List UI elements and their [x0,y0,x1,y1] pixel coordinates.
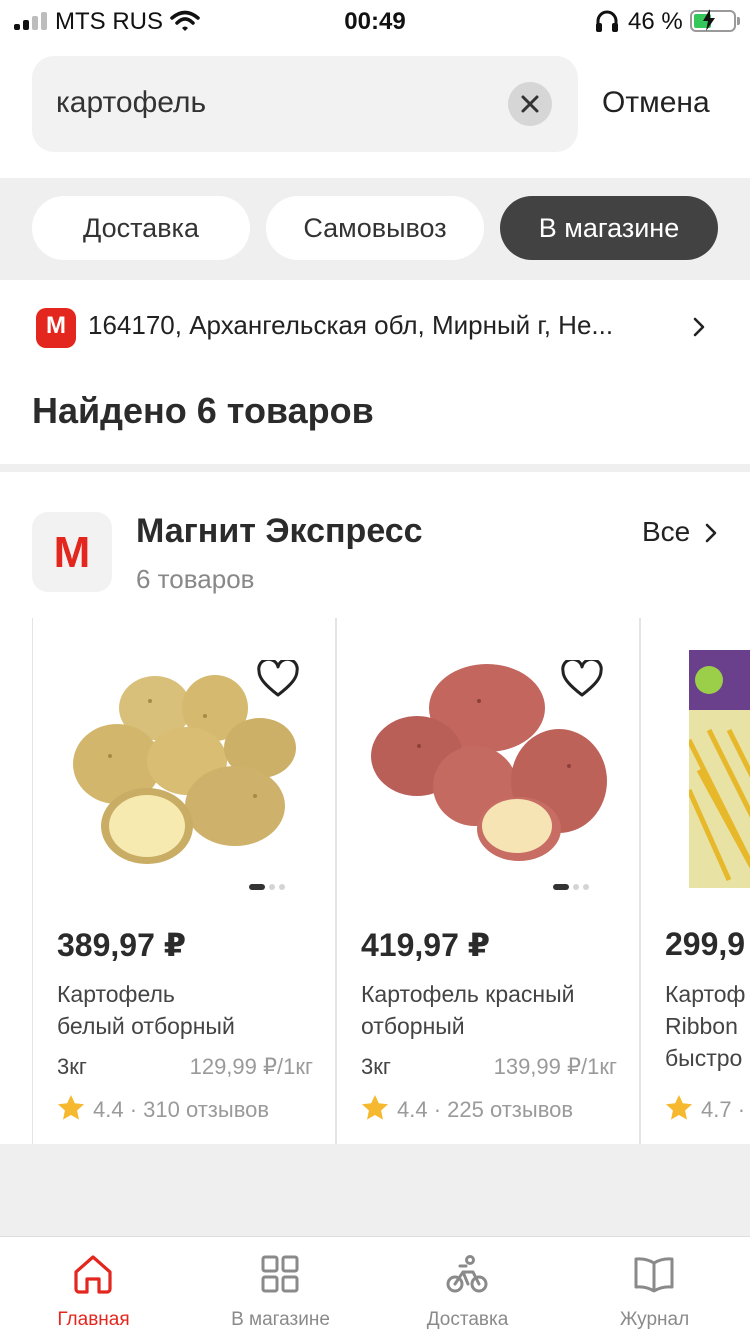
store-product-count: 6 товаров [136,564,255,594]
store-address[interactable]: 164170, Архангельская обл, Мирный г, Не.… [88,310,613,341]
product-price: 299,9 [665,926,746,962]
image-pager [553,878,593,896]
battery-percent: 46 % [628,8,683,35]
clear-search-button[interactable] [508,82,552,126]
image-pager [249,878,289,896]
search-input[interactable]: картофель [32,56,578,152]
mode-tab-in-store[interactable]: В магазине [500,196,718,260]
see-all-link[interactable]: Все [642,516,690,548]
bike-icon [446,1255,488,1293]
product-rating: 4.7 · [665,1094,745,1123]
product-weight: 3кг [361,1054,391,1079]
grid-icon [261,1255,299,1293]
status-bar: MTS RUS 00:49 46 % [0,0,750,44]
star-icon [58,1095,84,1120]
product-unit-price: 129,99 ₽/1кг [189,1054,313,1079]
store-logo: М [32,512,112,592]
tab-journal[interactable]: Журнал [561,1237,748,1334]
search-header: картофель Отмена [0,44,750,178]
tab-home[interactable]: Главная [0,1237,187,1334]
store-name: Магнит Экспресс [136,512,423,550]
star-icon [362,1095,388,1120]
product-card[interactable]: 419,97 ₽ Картофель красный отборный 3кг … [336,618,640,1144]
tab-in-store[interactable]: В магазине [187,1237,374,1334]
product-name: Картоф Ribbon быстро [665,981,746,1071]
product-card[interactable]: 299,9 Картоф Ribbon быстро 4.7 · [640,618,750,1144]
chevron-right-icon[interactable] [704,522,718,544]
product-name: Картофель белый отборный [57,981,235,1039]
product-name: Картофель красный отборный [361,981,575,1039]
headphones-icon [596,10,618,32]
home-icon [74,1255,112,1294]
mode-tab-delivery[interactable]: Доставка [32,196,250,260]
book-icon [634,1257,674,1293]
store-section: М Магнит Экспресс 6 товаров Все 389,97 ₽… [0,472,750,1144]
product-image-fries-bag [689,650,750,888]
chevron-right-icon[interactable] [692,316,706,338]
mode-tab-pickup[interactable]: Самовывоз [266,196,484,260]
tab-delivery[interactable]: Доставка [374,1237,561,1334]
favorite-heart-icon[interactable] [561,660,603,698]
product-rating: 4.4 · 310 отзывов [57,1094,269,1123]
product-rating: 4.4 · 225 отзывов [361,1094,573,1123]
results-title: Найдено 6 товаров [32,390,374,431]
product-price: 389,97 ₽ [57,927,187,963]
bottom-tab-bar: Главная В магазине Доставка Журнал [0,1236,750,1334]
fulfillment-mode-tabs: Доставка Самовывоз В магазине [0,178,750,278]
cancel-button[interactable]: Отмена [602,86,710,120]
magnit-logo-icon: М [36,308,76,348]
product-weight: 3кг [57,1054,87,1079]
product-unit-price: 139,99 ₽/1кг [493,1054,617,1079]
search-query[interactable]: картофель [56,86,206,120]
star-icon [666,1095,692,1120]
battery-icon [690,9,740,32]
product-price: 419,97 ₽ [361,927,491,963]
close-icon [521,95,539,113]
product-card[interactable]: 389,97 ₽ Картофель белый отборный 3кг 12… [32,618,336,1144]
favorite-heart-icon[interactable] [257,660,299,698]
location-section: М 164170, Архангельская обл, Мирный г, Н… [0,280,750,464]
